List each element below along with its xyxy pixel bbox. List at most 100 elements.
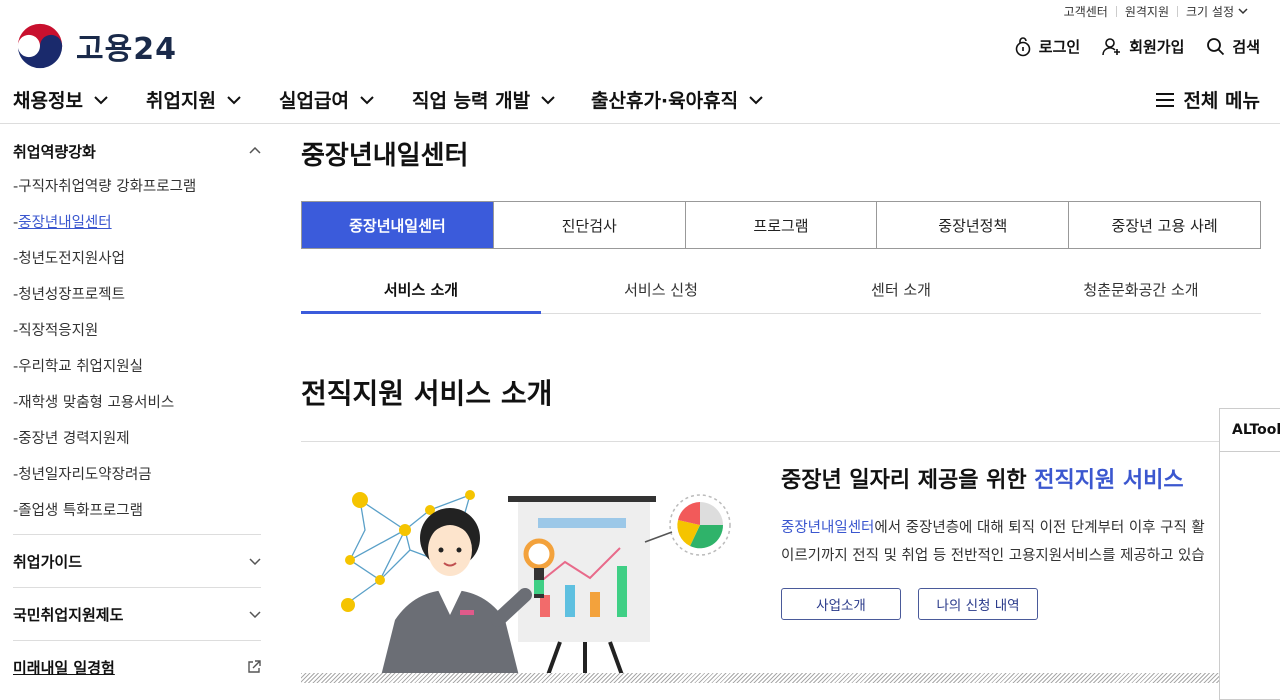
sidebar-group-header[interactable]: 취업역량강화 <box>13 141 261 161</box>
sidebar-section-label: 국민취업지원제도 <box>13 605 124 624</box>
sidebar-item-label: 재학생 맞춤형 고용서비스 <box>18 395 175 411</box>
sidebar: 취업역량강화 -구직자취업역량 강화프로그램 -중장년내일센터 -청년도전지원사… <box>0 124 262 693</box>
altools-label: ALTools <box>1220 409 1280 452</box>
all-menu-label: 전체 메뉴 <box>1183 90 1260 112</box>
tab-diagnosis[interactable]: 진단검사 <box>492 202 685 248</box>
gnb-item-parental-leave[interactable]: 출산휴가·육아휴직 <box>591 86 764 113</box>
main-tabs: 중장년내일센터 진단검사 프로그램 중장년정책 중장년 고용 사례 <box>301 201 1261 249</box>
site-logo[interactable]: 고용24 <box>14 22 177 70</box>
subtab-youth-space[interactable]: 청춘문화공간 소개 <box>1021 266 1261 313</box>
section-divider <box>301 441 1221 442</box>
tab-program[interactable]: 프로그램 <box>684 202 877 248</box>
gnb-item-unemployment-benefit[interactable]: 실업급여 <box>279 86 375 113</box>
remote-support-link[interactable]: 원격지원 <box>1117 3 1177 20</box>
my-applications-button[interactable]: 나의 신청 내역 <box>918 588 1038 620</box>
chevron-down-icon <box>360 95 374 104</box>
intro-line-1: 중장년내일센터에서 중장년층에 대해 퇴직 이전 단계부터 이후 구직 활 <box>781 514 1221 542</box>
chevron-up-icon <box>249 147 261 154</box>
gnb-item-skills[interactable]: 직업 능력 개발 <box>412 86 556 113</box>
sidebar-item[interactable]: -중장년 경력지원제 <box>13 429 261 465</box>
subtab-center-intro[interactable]: 센터 소개 <box>781 266 1021 313</box>
sidebar-item-label: 청년성장프로젝트 <box>18 287 125 303</box>
utility-bar: 고객센터 원격지원 크기 설정 <box>1056 2 1256 20</box>
gnb-item-label: 실업급여 <box>279 90 349 112</box>
logo-text: 고용24 <box>76 32 177 67</box>
intro-line-1-text: 에서 중장년층에 대해 퇴직 이전 단계부터 이후 구직 활 <box>874 520 1205 536</box>
chevron-down-icon <box>749 95 763 104</box>
signup-button[interactable]: 회원가입 <box>1102 36 1184 57</box>
altools-widget[interactable]: ALTools <box>1219 408 1280 700</box>
sidebar-section-label: 미래내일 일경험 <box>13 658 115 677</box>
sidebar-item-label: 중장년내일센터 <box>18 215 112 231</box>
consultant-presentation-illustration <box>341 490 731 680</box>
search-button[interactable]: 검색 <box>1206 36 1260 57</box>
user-menu: 로그인 회원가입 검색 <box>1014 36 1260 57</box>
sidebar-item-label: 중장년 경력지원제 <box>18 431 130 447</box>
gnb-item-jobs[interactable]: 채용정보 <box>13 86 109 113</box>
chevron-down-icon <box>541 95 555 104</box>
external-link-icon <box>248 660 261 673</box>
page-title: 중장년내일센터 <box>301 141 469 171</box>
subtab-service-apply[interactable]: 서비스 신청 <box>541 266 781 313</box>
sidebar-item[interactable]: -구직자취업역량 강화프로그램 <box>13 177 261 213</box>
section-title: 전직지원 서비스 소개 <box>301 377 553 410</box>
customer-center-link[interactable]: 고객센터 <box>1056 3 1116 20</box>
intro-heading: 중장년 일자리 제공을 위한 전직지원 서비스 <box>781 462 1184 494</box>
gnb-item-employment-support[interactable]: 취업지원 <box>146 86 242 113</box>
sidebar-item[interactable]: -우리학교 취업지원실 <box>13 357 261 393</box>
add-user-icon <box>1102 37 1121 55</box>
intro-body: 중장년내일센터에서 중장년층에 대해 퇴직 이전 단계부터 이후 구직 활 이르… <box>781 514 1221 570</box>
search-icon <box>1207 38 1225 56</box>
login-label: 로그인 <box>1038 38 1081 56</box>
sidebar-item[interactable]: -청년도전지원사업 <box>13 249 261 285</box>
search-label: 검색 <box>1232 38 1260 56</box>
sidebar-item[interactable]: -재학생 맞춤형 고용서비스 <box>13 393 261 429</box>
decorative-hatch <box>301 673 1221 683</box>
sidebar-item[interactable]: -청년성장프로젝트 <box>13 285 261 321</box>
sidebar-section-label: 취업가이드 <box>13 552 83 571</box>
sidebar-item-label: 직장적응지원 <box>18 323 99 339</box>
taegeuk-logo-icon <box>17 23 63 69</box>
gnb-item-label: 취업지원 <box>146 90 216 112</box>
sidebar-section-work-experience[interactable]: 미래내일 일경험 <box>13 640 261 693</box>
intro-buttons: 사업소개 나의 신청 내역 <box>781 588 1038 620</box>
sub-tabs: 서비스 소개 서비스 신청 센터 소개 청춘문화공간 소개 <box>301 266 1261 314</box>
tab-center[interactable]: 중장년내일센터 <box>302 202 493 248</box>
intro-center-link[interactable]: 중장년내일센터 <box>781 520 874 536</box>
sidebar-item[interactable]: -직장적응지원 <box>13 321 261 357</box>
sidebar-item-label: 졸업생 특화프로그램 <box>18 503 143 519</box>
size-setting-button[interactable]: 크기 설정 <box>1178 3 1256 20</box>
signup-label: 회원가입 <box>1129 38 1185 56</box>
sidebar-section-national-support[interactable]: 국민취업지원제도 <box>13 587 261 640</box>
sidebar-list: -구직자취업역량 강화프로그램 -중장년내일센터 -청년도전지원사업 -청년성장… <box>13 177 261 537</box>
chevron-down-icon <box>94 95 108 104</box>
lock-icon <box>1015 36 1031 56</box>
sidebar-section-guide[interactable]: 취업가이드 <box>13 534 261 587</box>
global-nav: 채용정보 취업지원 실업급여 직업 능력 개발 출산휴가·육아휴직 전체 메뉴 <box>0 86 1280 124</box>
gnb-item-label: 채용정보 <box>13 90 83 112</box>
sidebar-item[interactable]: -청년일자리도약장려금 <box>13 465 261 501</box>
gnb-item-label: 직업 능력 개발 <box>412 90 531 112</box>
all-menu-button[interactable]: 전체 메뉴 <box>1155 86 1260 113</box>
gnb-item-label: 출산휴가·육아휴직 <box>591 90 739 112</box>
chevron-down-icon <box>1238 8 1248 15</box>
subtab-service-intro[interactable]: 서비스 소개 <box>301 266 541 314</box>
sidebar-item[interactable]: -졸업생 특화프로그램 <box>13 501 261 537</box>
chevron-down-icon <box>249 611 261 618</box>
hamburger-icon <box>1156 92 1175 107</box>
sidebar-item-label: 청년도전지원사업 <box>18 251 125 267</box>
sidebar-item-active[interactable]: -중장년내일센터 <box>13 213 261 249</box>
intro-heading-highlight: 전직지원 서비스 <box>1034 468 1184 493</box>
sidebar-group: 취업역량강화 -구직자취업역량 강화프로그램 -중장년내일센터 -청년도전지원사… <box>13 124 261 693</box>
sidebar-item-label: 구직자취업역량 강화프로그램 <box>18 179 197 195</box>
tab-cases[interactable]: 중장년 고용 사례 <box>1068 202 1260 248</box>
intro-heading-text: 중장년 일자리 제공을 위한 <box>781 468 1035 493</box>
tab-policy[interactable]: 중장년정책 <box>876 202 1068 248</box>
sidebar-item-label: 우리학교 취업지원실 <box>18 359 143 375</box>
chevron-down-icon <box>249 558 261 565</box>
business-intro-button[interactable]: 사업소개 <box>781 588 901 620</box>
size-setting-label: 크기 설정 <box>1186 4 1234 19</box>
intro-line-2: 이르기까지 전직 및 취업 등 전반적인 고용지원서비스를 제공하고 있습 <box>781 548 1205 564</box>
login-button[interactable]: 로그인 <box>1014 36 1080 57</box>
sidebar-group-title: 취업역량강화 <box>13 142 96 161</box>
